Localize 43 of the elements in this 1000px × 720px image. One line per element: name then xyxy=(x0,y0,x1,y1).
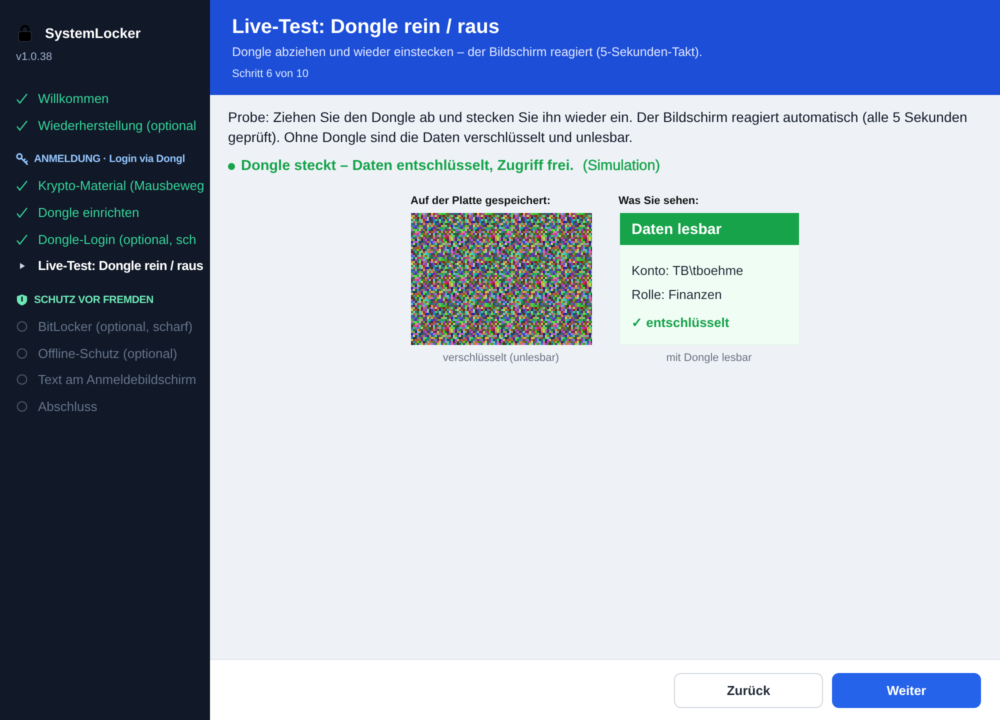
shield-icon xyxy=(16,294,28,306)
app-name: SystemLocker xyxy=(45,25,141,41)
nav-item[interactable]: Dongle-Login (optional, sch xyxy=(16,226,196,252)
check-icon xyxy=(16,206,28,218)
panel-caption: verschlüsselt (unlesbar) xyxy=(442,351,560,365)
check-icon xyxy=(16,234,28,245)
nav-item[interactable]: Krypto-Material (Mausbeweg xyxy=(16,172,204,200)
next-button[interactable]: Weiter xyxy=(832,672,981,708)
triangle-icon xyxy=(20,262,24,269)
status-text: Dongle steckt – Daten entschlüsselt, Zugriff frei. xyxy=(241,158,574,174)
section-heading: SCHUTZ VOR FREMDEN xyxy=(34,294,154,306)
panel-label: Was Sie sehen: xyxy=(618,194,699,208)
nav-item[interactable]: Offline-Schutz (optional) xyxy=(16,340,178,366)
decryption-result: ✓ entschlüsselt xyxy=(632,314,730,332)
panel-label: Auf der Platte gespeichert: xyxy=(410,194,550,208)
circle-icon xyxy=(16,320,28,332)
page-title: Live-Test: Dongle rein / raus xyxy=(232,15,500,39)
check-icon xyxy=(16,92,28,104)
nav-item[interactable]: Live-Test: Dongle rein / raus xyxy=(16,252,204,280)
key-icon xyxy=(16,152,28,165)
nav-item[interactable]: Text am Anmeldebildschirm xyxy=(16,366,196,394)
padlock-icon xyxy=(18,24,32,42)
nav-item[interactable]: Dongle einrichten xyxy=(16,199,140,226)
back-button[interactable]: Zurück xyxy=(674,672,823,708)
nav-item[interactable]: Willkommen xyxy=(16,85,109,112)
card-title: Daten lesbar xyxy=(620,213,798,245)
version-label: v1.0.38 xyxy=(16,51,52,63)
instructions-text: Probe: Ziehen Sie den Dongle ab und stecken Sie ihn wieder ein. Der Bildschirm reagiert automatisch (alle 5 Sekunden geprüft). Ohne Dongle sind die Daten verschlüsselt und unlesbar. xyxy=(228,108,968,147)
data-line: Rolle: Finanzen xyxy=(632,286,722,304)
step-counter: Schritt 6 von 10 xyxy=(232,67,308,81)
circle-icon xyxy=(16,374,28,386)
panel-caption: mit Dongle lesbar xyxy=(666,351,752,365)
nav-item[interactable]: BitLocker (optional, scharf) xyxy=(16,313,193,340)
page-subtitle: Dongle abziehen und wieder einstecken – der Bildschirm reagiert (5-Sekunden-Takt). xyxy=(232,44,702,60)
section-heading: ANMELDUNG · Login via Dongl xyxy=(34,152,185,165)
check-icon xyxy=(16,120,28,131)
circle-icon xyxy=(16,348,28,359)
simulation-note: (Simulation) xyxy=(582,158,660,174)
data-line: Konto: TB\tboehme xyxy=(632,262,744,280)
nav-item[interactable]: Abschluss xyxy=(16,393,98,420)
nav-item[interactable]: Wiederherstellung (optional xyxy=(16,112,196,138)
circle-icon xyxy=(16,401,28,412)
check-icon xyxy=(16,180,28,192)
